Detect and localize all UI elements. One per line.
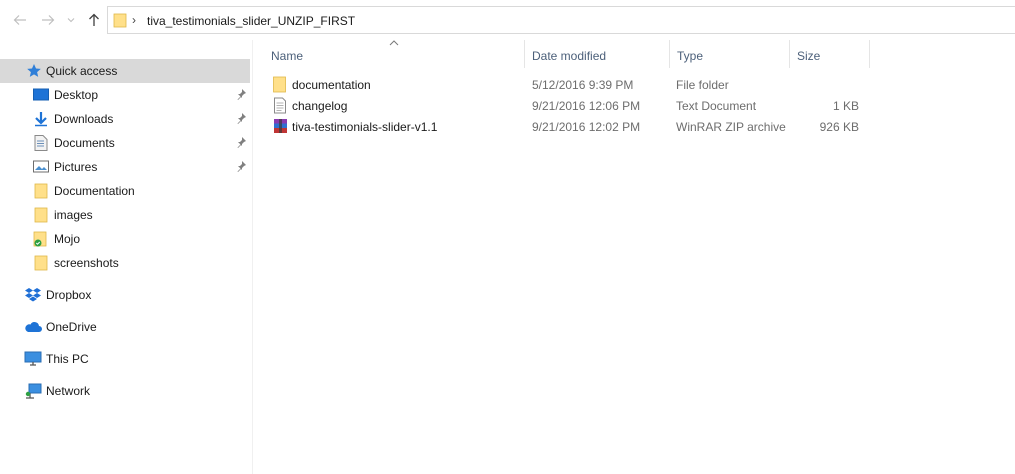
folder-icon bbox=[273, 76, 286, 93]
sidebar-item-screenshots[interactable]: screenshots bbox=[0, 251, 250, 275]
star-icon bbox=[25, 62, 43, 80]
column-header-label: Size bbox=[797, 49, 821, 63]
file-type: WinRAR ZIP archive bbox=[676, 120, 786, 134]
column-header-label: Date modified bbox=[532, 49, 607, 63]
column-header-label: Name bbox=[271, 49, 304, 63]
sidebar-item-label: Dropbox bbox=[46, 288, 92, 302]
navigation-pane: Quick access Desktop Downloads Documents… bbox=[0, 40, 253, 474]
desktop-icon bbox=[32, 86, 50, 104]
sidebar-item-mojo[interactable]: Mojo bbox=[0, 227, 250, 251]
file-row[interactable]: changelog 9/21/2016 12:06 PM Text Docume… bbox=[266, 95, 871, 116]
up-button[interactable] bbox=[84, 10, 104, 30]
sidebar-item-downloads[interactable]: Downloads bbox=[0, 107, 250, 131]
file-row[interactable]: tiva-testimonials-slider-v1.1 9/21/2016 … bbox=[266, 116, 871, 137]
sidebar-item-label: Mojo bbox=[54, 232, 81, 246]
folder-icon bbox=[32, 206, 50, 224]
address-bar[interactable]: › tiva_testimonials_slider_UNZIP_FIRST bbox=[107, 6, 1015, 34]
arrow-left-icon bbox=[13, 15, 26, 25]
sidebar-item-this-pc[interactable]: This PC bbox=[0, 347, 250, 371]
column-header-type[interactable]: Type bbox=[670, 40, 790, 68]
text-file-icon bbox=[274, 97, 286, 114]
sidebar-item-label: Network bbox=[46, 384, 91, 398]
arrow-right-icon bbox=[42, 15, 55, 25]
pictures-icon bbox=[32, 158, 50, 176]
sidebar-item-label: images bbox=[54, 208, 93, 222]
sidebar-item-label: Documentation bbox=[54, 184, 135, 198]
sidebar-item-pictures[interactable]: Pictures bbox=[0, 155, 250, 179]
file-type: File folder bbox=[676, 78, 729, 92]
sidebar-item-dropbox[interactable]: Dropbox bbox=[0, 283, 250, 307]
pin-icon bbox=[237, 137, 246, 148]
sidebar-item-label: Pictures bbox=[54, 160, 98, 174]
network-icon bbox=[24, 382, 42, 400]
arrow-up-icon bbox=[89, 13, 99, 26]
sidebar-item-documentation[interactable]: Documentation bbox=[0, 179, 250, 203]
file-row[interactable]: documentation 5/12/2016 9:39 PM File fol… bbox=[266, 74, 871, 95]
sidebar-item-label: This PC bbox=[46, 352, 89, 366]
sidebar-item-images[interactable]: images bbox=[0, 203, 250, 227]
sidebar-item-quick-access[interactable]: Quick access bbox=[0, 59, 250, 83]
sidebar-item-label: screenshots bbox=[54, 256, 119, 270]
breadcrumb-separator-icon: › bbox=[132, 13, 136, 27]
folder-icon bbox=[32, 182, 50, 200]
sidebar-item-label: Downloads bbox=[54, 112, 114, 126]
file-type: Text Document bbox=[676, 99, 757, 113]
dropbox-icon bbox=[24, 286, 42, 304]
file-date: 9/21/2016 12:06 PM bbox=[532, 99, 641, 113]
pin-icon bbox=[237, 161, 246, 172]
pin-icon bbox=[237, 113, 246, 124]
recent-locations-button[interactable] bbox=[64, 10, 78, 30]
file-date: 5/12/2016 9:39 PM bbox=[532, 78, 634, 92]
column-header-label: Type bbox=[677, 49, 704, 63]
column-header-date[interactable]: Date modified bbox=[525, 40, 670, 68]
file-name: tiva-testimonials-slider-v1.1 bbox=[292, 120, 438, 134]
file-date: 9/21/2016 12:02 PM bbox=[532, 120, 641, 134]
column-header-name[interactable]: Name bbox=[264, 40, 525, 68]
breadcrumb-path[interactable]: tiva_testimonials_slider_UNZIP_FIRST bbox=[147, 14, 355, 28]
folder-icon bbox=[32, 254, 50, 272]
pin-icon bbox=[237, 89, 246, 100]
sidebar-item-documents[interactable]: Documents bbox=[0, 131, 250, 155]
file-size: 1 KB bbox=[832, 99, 859, 113]
forward-button[interactable] bbox=[38, 10, 58, 30]
sidebar-item-label: Quick access bbox=[46, 64, 118, 78]
chevron-down-icon bbox=[67, 18, 75, 23]
column-header-size[interactable]: Size bbox=[790, 40, 870, 68]
file-name: documentation bbox=[292, 78, 371, 92]
sidebar-item-onedrive[interactable]: OneDrive bbox=[0, 315, 250, 339]
documents-icon bbox=[32, 134, 50, 152]
file-list-pane: Name Date modified Type Size documentati… bbox=[253, 40, 1015, 474]
file-size: 926 KB bbox=[819, 120, 859, 134]
address-toolbar: › tiva_testimonials_slider_UNZIP_FIRST bbox=[0, 0, 1015, 40]
downloads-icon bbox=[32, 110, 50, 128]
folder-synced-icon bbox=[32, 230, 50, 248]
sidebar-item-label: Documents bbox=[54, 136, 115, 150]
file-name: changelog bbox=[292, 99, 348, 113]
sidebar-item-label: Desktop bbox=[54, 88, 99, 102]
sidebar-item-desktop[interactable]: Desktop bbox=[0, 83, 250, 107]
sidebar-item-network[interactable]: Network bbox=[0, 379, 250, 403]
winrar-icon bbox=[274, 119, 287, 133]
onedrive-icon bbox=[24, 318, 42, 336]
sidebar-item-label: OneDrive bbox=[46, 320, 97, 334]
computer-icon bbox=[24, 350, 42, 368]
folder-icon bbox=[113, 13, 127, 28]
back-button[interactable] bbox=[10, 10, 30, 30]
